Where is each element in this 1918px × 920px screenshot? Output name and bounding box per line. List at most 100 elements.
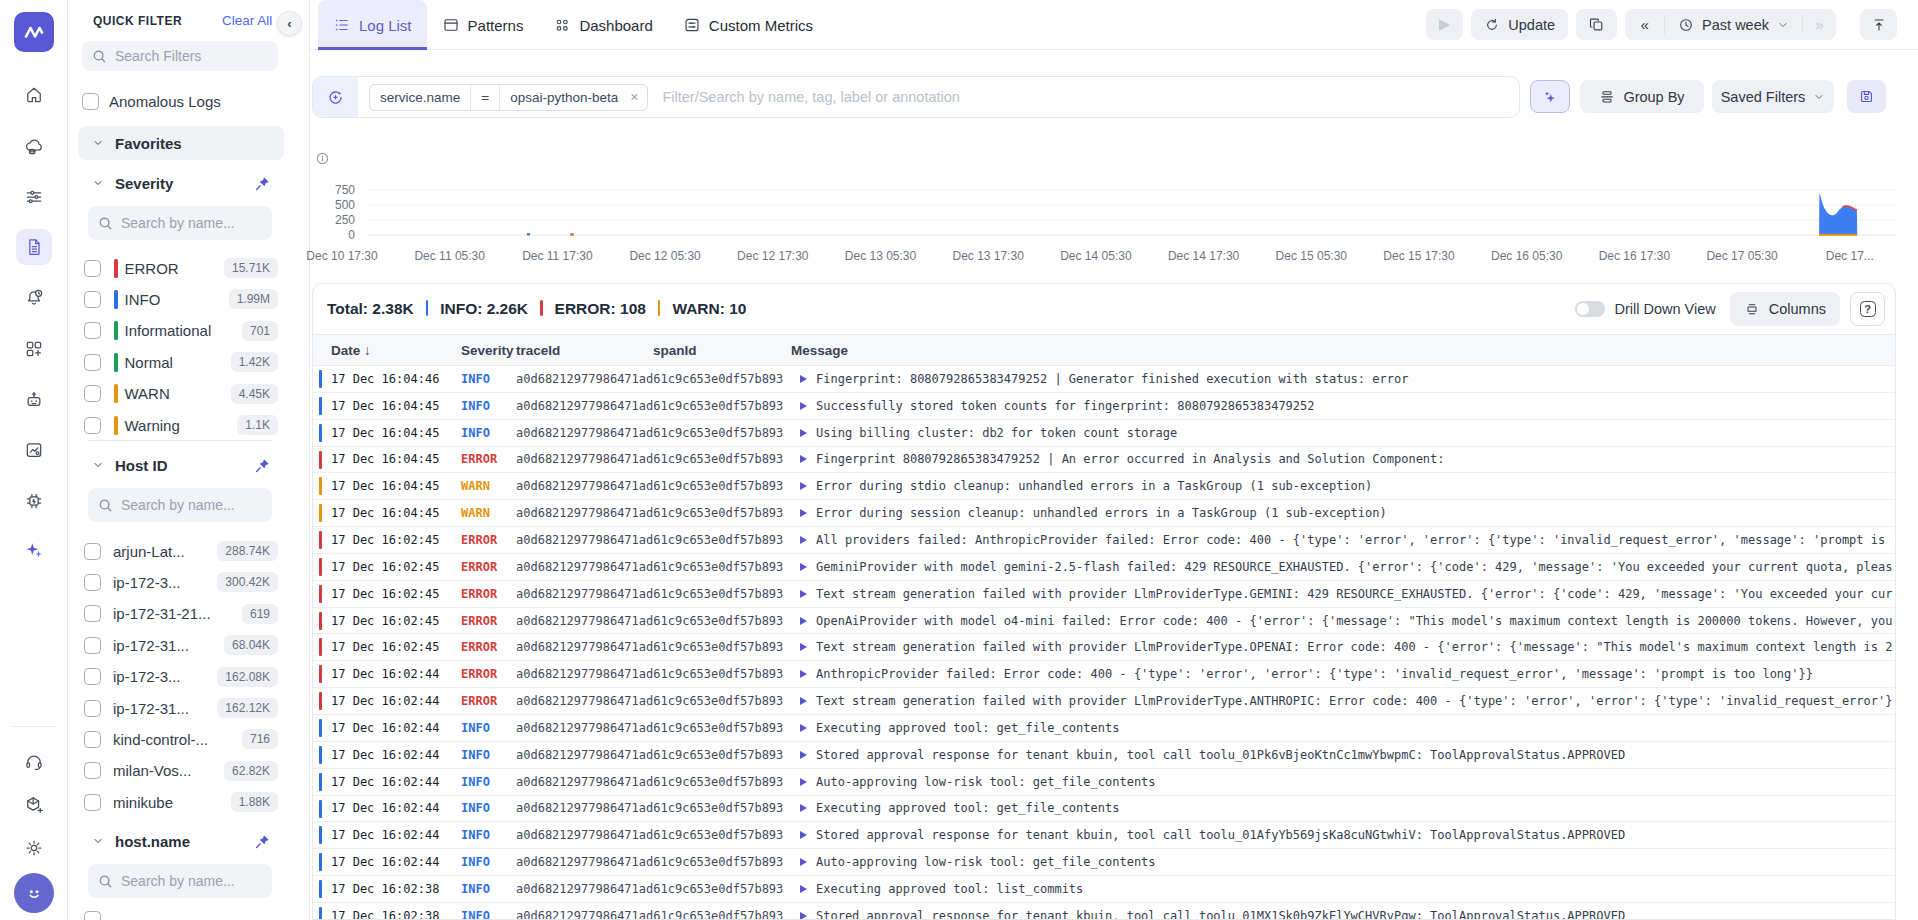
infra-chip-icon[interactable] bbox=[24, 491, 44, 511]
apps-grid-icon[interactable] bbox=[24, 339, 44, 359]
severity-filter-error[interactable]: ERROR15.71K bbox=[84, 257, 294, 279]
log-row[interactable]: 17 Dec 16:02:44ERRORa0d68212977986471ad6… bbox=[313, 661, 1895, 688]
checkbox[interactable] bbox=[84, 762, 101, 779]
expand-arrow-icon[interactable] bbox=[800, 751, 807, 759]
expand-arrow-icon[interactable] bbox=[800, 429, 807, 437]
hostid-filter-item[interactable]: milan-Vos...62.82K bbox=[84, 760, 294, 782]
group-by-button[interactable]: Group By bbox=[1580, 80, 1704, 113]
anomalous-logs-checkbox[interactable] bbox=[82, 93, 99, 110]
column-header-message[interactable]: Message bbox=[791, 335, 848, 366]
copy-button[interactable] bbox=[1576, 9, 1617, 40]
log-row[interactable]: 17 Dec 16:02:45ERRORa0d68212977986471ad6… bbox=[313, 554, 1895, 581]
column-header-severity[interactable]: Severity bbox=[461, 335, 514, 366]
hostid-filter-item[interactable]: ip-172-31-21...619 bbox=[84, 603, 294, 625]
expand-arrow-icon[interactable] bbox=[800, 536, 807, 544]
severity-filter-warning[interactable]: Warning1.1K bbox=[84, 414, 294, 436]
checkbox[interactable] bbox=[84, 417, 101, 434]
search-filters-input[interactable]: Search Filters bbox=[82, 41, 278, 71]
log-row[interactable]: 17 Dec 16:02:44INFOa0d68212977986471ad61… bbox=[313, 715, 1895, 742]
sidebar-collapse-button[interactable]: ‹ bbox=[277, 11, 302, 36]
time-prev-button[interactable]: « bbox=[1625, 9, 1664, 40]
expand-arrow-icon[interactable] bbox=[800, 643, 807, 651]
favorites-section[interactable]: Favorites bbox=[78, 126, 284, 160]
hostid-filter-item[interactable]: ip-172-31...68.04K bbox=[84, 634, 294, 656]
expand-arrow-icon[interactable] bbox=[800, 590, 807, 598]
filters-icon[interactable] bbox=[24, 187, 44, 207]
ai-filter-icon-button[interactable] bbox=[313, 77, 358, 117]
hostid-filter-item[interactable]: ip-172-3...162.08K bbox=[84, 666, 294, 688]
hostid-filter-item[interactable]: arjun-Lat...288.74K bbox=[84, 540, 294, 562]
app-logo[interactable] bbox=[14, 12, 54, 52]
log-row[interactable]: 17 Dec 16:02:44INFOa0d68212977986471ad61… bbox=[313, 742, 1895, 769]
log-row[interactable]: 17 Dec 16:04:45INFOa0d68212977986471ad61… bbox=[313, 420, 1895, 447]
integrations-box-icon[interactable] bbox=[24, 795, 44, 815]
export-button[interactable] bbox=[1860, 9, 1897, 40]
severity-search-input[interactable]: Search by name... bbox=[88, 206, 272, 240]
checkbox[interactable] bbox=[84, 543, 101, 560]
log-row[interactable]: 17 Dec 16:02:38INFOa0d68212977986471ad61… bbox=[313, 903, 1895, 920]
data-cloud-icon[interactable] bbox=[24, 136, 44, 156]
severity-filter-informational[interactable]: Informational701 bbox=[84, 320, 294, 342]
log-row[interactable]: 17 Dec 16:04:45WARNa0d68212977986471ad61… bbox=[313, 473, 1895, 500]
log-row[interactable]: 17 Dec 16:02:38INFOa0d68212977986471ad61… bbox=[313, 876, 1895, 903]
expand-arrow-icon[interactable] bbox=[800, 858, 807, 866]
log-row[interactable]: 17 Dec 16:02:44INFOa0d68212977986471ad61… bbox=[313, 769, 1895, 796]
tab-custom-metrics[interactable]: Custom Metrics bbox=[668, 0, 828, 50]
time-range-dropdown[interactable]: Past week bbox=[1665, 9, 1802, 40]
ai-sparkle-icon[interactable] bbox=[24, 540, 44, 560]
column-header-spanid[interactable]: spanId bbox=[653, 335, 697, 366]
checkbox[interactable] bbox=[84, 322, 101, 339]
checkbox[interactable] bbox=[84, 605, 101, 622]
home-icon[interactable] bbox=[24, 85, 44, 105]
severity-filter-warn[interactable]: WARN4.45K bbox=[84, 383, 294, 405]
hostid-filter-item[interactable]: kind-control-...716 bbox=[84, 728, 294, 750]
log-row[interactable]: 17 Dec 16:02:44ERRORa0d68212977986471ad6… bbox=[313, 688, 1895, 715]
filter-search-bar[interactable]: service.name = opsai-python-beta × Filte… bbox=[312, 76, 1520, 118]
hostid-filter-item[interactable]: ip-172-31...162.12K bbox=[84, 697, 294, 719]
log-row[interactable]: 17 Dec 16:02:45ERRORa0d68212977986471ad6… bbox=[313, 527, 1895, 554]
save-filter-button[interactable] bbox=[1847, 80, 1886, 113]
checkbox[interactable] bbox=[84, 794, 101, 811]
checkbox[interactable] bbox=[84, 911, 101, 920]
hostid-filter-item[interactable]: minikube1.88K bbox=[84, 791, 294, 813]
hostid-section-header[interactable]: Host ID bbox=[78, 452, 284, 478]
expand-arrow-icon[interactable] bbox=[800, 697, 807, 705]
user-avatar[interactable] bbox=[14, 873, 54, 913]
expand-arrow-icon[interactable] bbox=[800, 885, 807, 893]
hostid-filter-item[interactable]: ip-172-3...300.42K bbox=[84, 571, 294, 593]
clear-all-link[interactable]: Clear All bbox=[222, 13, 272, 28]
checkbox[interactable] bbox=[84, 731, 101, 748]
log-row[interactable]: 17 Dec 16:02:44INFOa0d68212977986471ad61… bbox=[313, 849, 1895, 876]
severity-section-header[interactable]: Severity bbox=[78, 170, 284, 196]
checkbox[interactable] bbox=[84, 637, 101, 654]
column-header-date[interactable]: Date ↓ bbox=[331, 335, 371, 366]
anomalous-logs-row[interactable]: Anomalous Logs bbox=[82, 91, 221, 111]
log-row[interactable]: 17 Dec 16:02:45ERRORa0d68212977986471ad6… bbox=[313, 608, 1895, 635]
tab-log-list[interactable]: Log List bbox=[318, 0, 427, 50]
hostname-section-header[interactable]: host.name bbox=[78, 828, 284, 854]
pin-icon[interactable] bbox=[255, 834, 270, 849]
tab-patterns[interactable]: Patterns bbox=[427, 0, 539, 50]
pin-icon[interactable] bbox=[255, 458, 270, 473]
checkbox[interactable] bbox=[84, 700, 101, 717]
expand-arrow-icon[interactable] bbox=[800, 804, 807, 812]
log-row[interactable]: 17 Dec 16:04:46INFOa0d68212977986471ad61… bbox=[313, 366, 1895, 393]
support-headset-icon[interactable] bbox=[24, 752, 44, 772]
reports-icon[interactable] bbox=[24, 440, 44, 460]
columns-button[interactable]: Columns bbox=[1730, 292, 1840, 326]
expand-arrow-icon[interactable] bbox=[800, 831, 807, 839]
log-row[interactable]: 17 Dec 16:02:44INFOa0d68212977986471ad61… bbox=[313, 822, 1895, 849]
pin-icon[interactable] bbox=[255, 176, 270, 191]
time-next-button[interactable]: » bbox=[1803, 9, 1836, 40]
alerts-bell-icon[interactable] bbox=[24, 288, 44, 308]
tab-dashboard[interactable]: Dashboard bbox=[538, 0, 667, 50]
logs-icon[interactable] bbox=[24, 237, 44, 257]
filter-chip[interactable]: service.name = opsai-python-beta × bbox=[369, 84, 648, 111]
expand-arrow-icon[interactable] bbox=[800, 455, 807, 463]
expand-arrow-icon[interactable] bbox=[800, 670, 807, 678]
log-row[interactable]: 17 Dec 16:04:45INFOa0d68212977986471ad61… bbox=[313, 393, 1895, 420]
settings-gear-icon[interactable] bbox=[24, 838, 44, 858]
log-row[interactable]: 17 Dec 16:02:45ERRORa0d68212977986471ad6… bbox=[313, 634, 1895, 661]
expand-arrow-icon[interactable] bbox=[800, 617, 807, 625]
play-button[interactable] bbox=[1426, 9, 1463, 40]
